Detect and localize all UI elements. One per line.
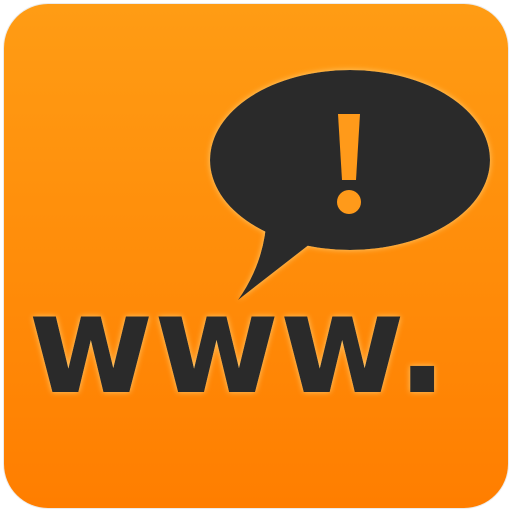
www-label: www.	[28, 264, 448, 425]
app-icon[interactable]: www.	[4, 4, 508, 508]
icon-background	[4, 4, 508, 508]
www-alert-speech-bubble-icon: www.	[4, 4, 508, 508]
